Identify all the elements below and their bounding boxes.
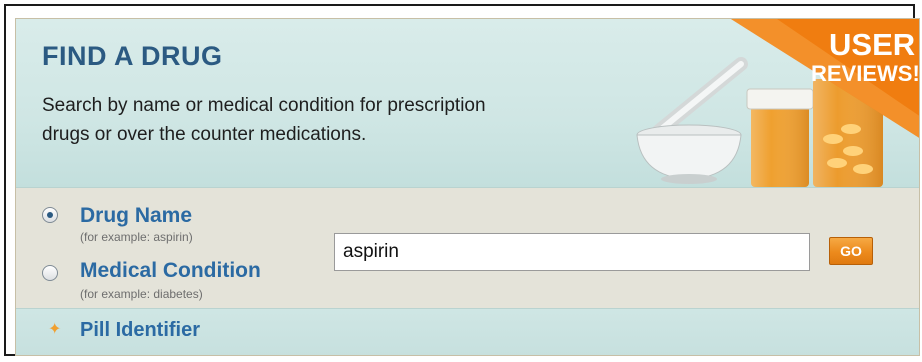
widget-description: Search by name or medical condition for …: [42, 95, 486, 145]
search-input[interactable]: [334, 233, 810, 271]
medical-condition-hint: (for example: diabetes): [80, 287, 203, 301]
medical-condition-label[interactable]: Medical Condition: [80, 259, 261, 283]
pill-identifier-bar: ✦ Pill Identifier: [16, 308, 919, 355]
option-drug-name[interactable]: Drug Name (for example: aspirin): [42, 204, 332, 250]
user-reviews-banner[interactable]: USER REVIEWS!: [541, 19, 920, 187]
medical-condition-radio[interactable]: [42, 265, 58, 281]
option-medical-condition[interactable]: Medical Condition (for example: diabetes…: [42, 259, 332, 305]
mortar-pestle-icon: [636, 57, 748, 184]
go-button[interactable]: GO: [829, 237, 873, 265]
drug-name-radio[interactable]: [42, 207, 58, 223]
widget-title: FIND A DRUG: [42, 41, 223, 71]
bullet-icon: ✦: [48, 321, 62, 338]
drug-name-label[interactable]: Drug Name: [80, 204, 192, 228]
widget-header: FIND A DRUG Search by name or medical co…: [16, 19, 920, 188]
drug-name-hint: (for example: aspirin): [80, 230, 193, 244]
badge-line2: REVIEWS!: [811, 61, 920, 86]
pill-identifier-link[interactable]: Pill Identifier: [80, 319, 200, 342]
badge-line1: USER: [829, 27, 915, 62]
search-panel: Drug Name (for example: aspirin) Medical…: [16, 188, 919, 308]
find-a-drug-widget: FIND A DRUG Search by name or medical co…: [15, 18, 920, 356]
